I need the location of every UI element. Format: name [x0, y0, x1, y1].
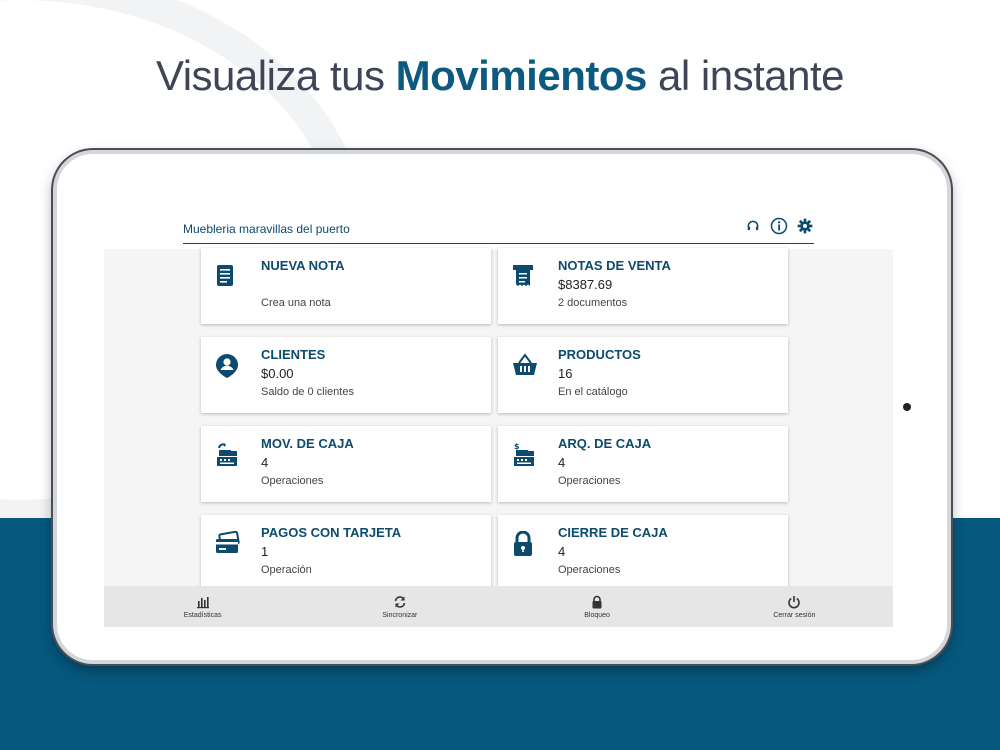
- bar-chart-icon: [196, 595, 210, 609]
- tab-label: Sincronizar: [382, 611, 418, 619]
- app-header: Muebleria maravillas del puerto: [104, 201, 893, 249]
- tab-label: Cerrar sesión: [773, 611, 816, 619]
- headline-part2: al instante: [646, 52, 845, 99]
- card-notas-de-venta[interactable]: NOTAS DE VENTA $8387.69 2 documentos: [498, 248, 788, 324]
- card-arq-de-caja[interactable]: $ ARQ. DE CAJA 4 Operaciones: [498, 426, 788, 502]
- basket-icon: [512, 353, 537, 379]
- note-icon: [215, 264, 239, 290]
- sync-icon: [393, 595, 407, 609]
- credit-card-icon: [215, 530, 240, 557]
- card-pagos-con-tarjeta[interactable]: PAGOS CON TARJETA 1 Operación: [201, 515, 491, 591]
- card-value: $8387.69: [558, 277, 613, 292]
- card-title: NOTAS DE VENTA: [558, 258, 671, 273]
- card-clientes[interactable]: CLIENTES $0.00 Saldo de 0 clientes: [201, 337, 491, 413]
- tab-cerrar-sesion[interactable]: Cerrar sesión: [696, 586, 893, 627]
- app-screen: Muebleria maravillas del puerto NUEVA NO…: [104, 201, 893, 627]
- card-title: NUEVA NOTA: [261, 258, 345, 273]
- tab-bloqueo[interactable]: Bloqueo: [499, 586, 696, 627]
- headline-strong: Movimientos: [395, 52, 648, 99]
- card-subtitle: Saldo de 0 clientes: [261, 386, 354, 398]
- lock-icon: [512, 530, 536, 557]
- card-productos[interactable]: PRODUCTOS 16 En el catálogo: [498, 337, 788, 413]
- bottom-navigation: Estadísticas Sincronizar Bloqueo Cerrar …: [104, 586, 893, 627]
- tab-label: Bloqueo: [584, 611, 610, 619]
- tab-estadisticas[interactable]: Estadísticas: [104, 586, 301, 627]
- card-subtitle: Operaciones: [558, 475, 621, 487]
- svg-text:$: $: [514, 442, 520, 451]
- card-subtitle: En el catálogo: [558, 386, 628, 398]
- card-title: PAGOS CON TARJETA: [261, 525, 402, 540]
- promo-headline: Visualiza tus Movimientos al instante: [0, 52, 1000, 100]
- user-pin-icon: [215, 353, 239, 379]
- cash-register-dollar-icon: $: [512, 442, 536, 468]
- card-cierre-de-caja[interactable]: CIERRE DE CAJA 4 Operaciones: [498, 515, 788, 591]
- card-title: MOV. DE CAJA: [261, 436, 354, 451]
- tablet-camera-dot: [903, 403, 911, 411]
- card-subtitle: 2 documentos: [558, 297, 628, 309]
- header-icons: [744, 217, 814, 235]
- card-value: $0.00: [261, 366, 294, 381]
- gear-icon[interactable]: [796, 217, 814, 235]
- card-title: PRODUCTOS: [558, 347, 641, 362]
- info-icon[interactable]: [770, 217, 788, 235]
- card-subtitle: Operación: [261, 564, 312, 576]
- card-subtitle: Operaciones: [261, 475, 324, 487]
- card-title: CIERRE DE CAJA: [558, 525, 668, 540]
- card-subtitle: Operaciones: [558, 564, 621, 576]
- headset-icon[interactable]: [744, 217, 762, 235]
- tab-sincronizar[interactable]: Sincronizar: [301, 586, 498, 627]
- card-value: 4: [558, 544, 566, 559]
- card-value: 4: [558, 455, 566, 470]
- store-name: Muebleria maravillas del puerto: [183, 222, 350, 236]
- lock-icon: [590, 595, 604, 609]
- power-icon: [787, 595, 801, 609]
- card-value: 16: [558, 366, 573, 381]
- cash-register-icon: [215, 442, 239, 468]
- header-divider: [183, 243, 814, 244]
- tab-label: Estadísticas: [183, 611, 222, 619]
- receipt-icon: [512, 264, 536, 290]
- card-mov-de-caja[interactable]: MOV. DE CAJA 4 Operaciones: [201, 426, 491, 502]
- headline-part1: Visualiza tus: [155, 52, 396, 99]
- card-title: ARQ. DE CAJA: [558, 436, 652, 451]
- card-value: 4: [261, 455, 269, 470]
- card-nueva-nota[interactable]: NUEVA NOTA Crea una nota: [201, 248, 491, 324]
- card-value: 1: [261, 544, 269, 559]
- card-title: CLIENTES: [261, 347, 326, 362]
- card-subtitle: Crea una nota: [261, 297, 331, 309]
